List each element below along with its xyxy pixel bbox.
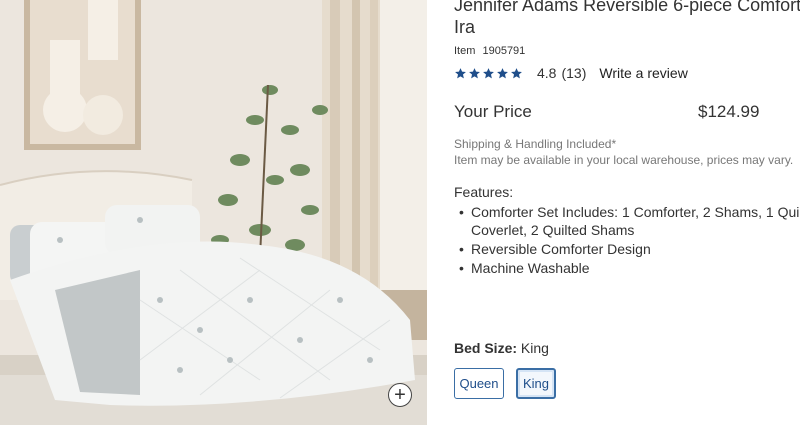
review-count[interactable]: (13) xyxy=(561,65,586,81)
product-image[interactable]: + xyxy=(0,0,427,425)
size-options: Queen King xyxy=(454,368,568,399)
feature-item: Comforter Set Includes: 1 Comforter, 2 S… xyxy=(454,203,800,239)
star-icon xyxy=(511,67,522,78)
features-heading: Features: xyxy=(454,184,514,200)
plus-icon: + xyxy=(394,384,406,406)
star-icon xyxy=(469,67,480,78)
item-number-value: 1905791 xyxy=(482,45,526,57)
star-icon xyxy=(455,67,466,78)
star-icon xyxy=(497,67,508,78)
bed-size-heading: Bed Size: xyxy=(454,340,518,356)
feature-item: Machine Washable xyxy=(454,259,800,277)
zoom-button[interactable]: + xyxy=(388,383,412,407)
price-value: $124.99 xyxy=(698,102,760,121)
item-label: Item xyxy=(454,45,476,57)
size-option-queen[interactable]: Queen xyxy=(454,368,504,399)
item-number: Item 1905791 xyxy=(454,45,529,57)
bed-size-label: Bed Size: King xyxy=(454,340,549,356)
features-list: Comforter Set Includes: 1 Comforter, 2 S… xyxy=(454,203,800,278)
star-icon xyxy=(483,67,494,78)
bed-size-selected: King xyxy=(520,340,549,356)
product-details: Jennifer Adams Reversible 6-piece Comfor… xyxy=(454,0,800,425)
star-rating[interactable] xyxy=(454,67,524,80)
bedroom-photo xyxy=(0,0,427,425)
size-option-king[interactable]: King xyxy=(516,368,556,399)
feature-text: Coverlet, 2 Quilted Shams xyxy=(471,222,635,238)
shipping-info: Shipping & Handling Included* xyxy=(454,137,617,151)
write-review-link[interactable]: Write a review xyxy=(599,65,687,81)
product-title: Jennifer Adams Reversible 6-piece Comfor… xyxy=(454,0,800,38)
price-label: Your Price xyxy=(454,102,532,121)
availability-note: Item may be available in your local ware… xyxy=(454,153,794,167)
feature-text: Machine Washable xyxy=(471,260,590,276)
product-title-line-1: Jennifer Adams Reversible 6-piece Comfor… xyxy=(454,0,800,15)
rating-value: 4.8 xyxy=(537,65,557,81)
rating-row: 4.8 (13) Write a review xyxy=(454,65,688,81)
product-title-line-2: Ira xyxy=(454,17,476,37)
feature-text: Comforter Set Includes: 1 Comforter, 2 S… xyxy=(471,204,800,220)
feature-text: Reversible Comforter Design xyxy=(471,241,651,257)
feature-item: Reversible Comforter Design xyxy=(454,240,800,258)
